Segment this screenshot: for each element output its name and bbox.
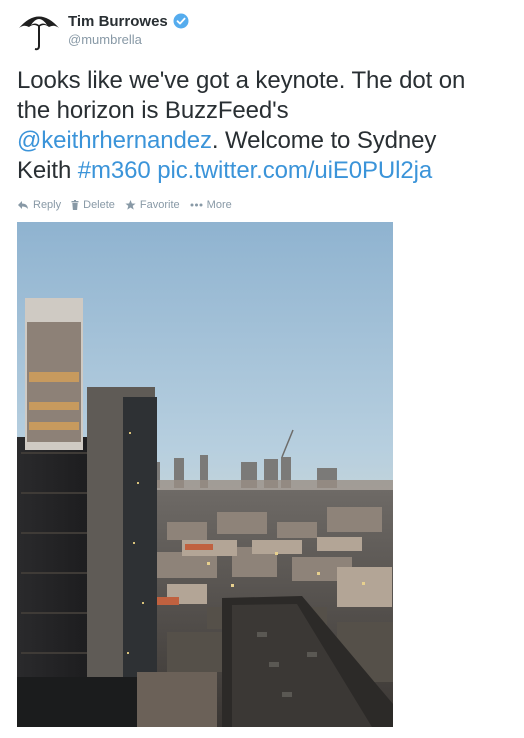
- tweet-photo[interactable]: [17, 222, 393, 727]
- city-photo-image: [17, 222, 393, 727]
- tweet-line-4: Keith #m360 pic.twitter.com/uiE0PUl2ja: [17, 156, 517, 186]
- umbrella-avatar: [19, 16, 59, 51]
- tweet-text-fragment: Keith: [17, 157, 78, 184]
- reply-icon: [18, 201, 28, 209]
- delete-label: Delete: [83, 199, 115, 211]
- mention-link[interactable]: @keithrhernandez: [17, 127, 212, 154]
- tweet-header: Tim Burrowes @mumbrella: [68, 12, 189, 47]
- tweet-text-fragment: . Welcome to Sydney: [211, 127, 437, 154]
- star-icon: [125, 200, 136, 210]
- tweet-actions: Reply Delete Favorite More: [17, 199, 232, 211]
- tweet-line-2: the horizon is BuzzFeed's: [17, 97, 289, 124]
- verified-badge-icon: [173, 13, 189, 29]
- avatar[interactable]: [17, 11, 61, 51]
- tweet-card: Tim Burrowes @mumbrella Looks like we've…: [0, 0, 524, 738]
- more-button[interactable]: More: [190, 199, 232, 211]
- favorite-label: Favorite: [139, 199, 180, 211]
- ellipsis-icon: [190, 203, 203, 207]
- user-name[interactable]: Tim Burrowes: [68, 13, 168, 30]
- trash-icon: [71, 200, 79, 210]
- favorite-button[interactable]: Favorite: [125, 199, 180, 211]
- more-label: More: [206, 199, 232, 211]
- reply-button[interactable]: Reply: [17, 199, 61, 211]
- hashtag-link[interactable]: #m360: [78, 157, 151, 184]
- tweet-line-3: @keithrhernandez. Welcome to Sydney: [17, 126, 517, 156]
- tweet-line-1: Looks like we've got a keynote. The dot …: [17, 67, 466, 94]
- delete-button[interactable]: Delete: [71, 199, 115, 211]
- user-handle[interactable]: @mumbrella: [68, 32, 189, 47]
- pic-link[interactable]: pic.twitter.com/uiE0PUl2ja: [157, 157, 432, 184]
- reply-label: Reply: [33, 199, 62, 211]
- tweet-text: Looks like we've got a keynote. The dot …: [17, 66, 517, 186]
